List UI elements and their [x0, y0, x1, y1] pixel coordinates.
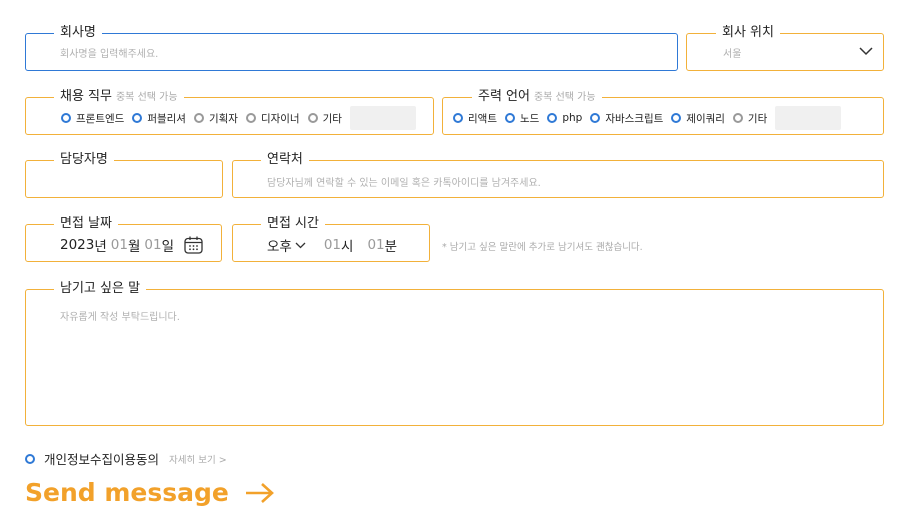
- option-label: 기타: [747, 112, 768, 125]
- positions-label: 채용 직무 중복 선택 가능: [54, 88, 184, 107]
- radio-icon: [25, 453, 35, 464]
- time-minute[interactable]: 01: [367, 237, 384, 253]
- date-day: 01: [144, 237, 162, 253]
- option-label: 기타: [322, 112, 342, 125]
- send-message-button[interactable]: Send message: [25, 478, 275, 507]
- time-note: * 남기고 싶은 말란에 추가로 남기셔도 괜찮습니다.: [442, 242, 643, 253]
- position-option-designer[interactable]: 디자이너: [245, 111, 300, 126]
- calendar-icon[interactable]: [184, 236, 203, 254]
- company-name-placeholder: 회사명을 입력해주세요.: [60, 49, 159, 60]
- interview-date-field[interactable]: 면접 날짜 2023 년 01 월 01 일: [25, 215, 222, 262]
- option-label: 노드: [519, 112, 540, 125]
- date-month: 01: [110, 237, 128, 253]
- time-ampm[interactable]: 오후: [267, 235, 292, 255]
- company-location-label: 회사 위치: [716, 24, 780, 42]
- radio-icon: [132, 113, 143, 123]
- contact-field[interactable]: 연락처 담당자님께 연락할 수 있는 이메일 혹은 카톡아이디를 남겨주세요.: [232, 151, 884, 198]
- radio-icon: [732, 113, 743, 123]
- chevron-down-icon[interactable]: [295, 242, 306, 249]
- contact-label: 연락처: [261, 151, 309, 169]
- option-label: 자바스크립트: [605, 112, 664, 125]
- languages-hint: 중복 선택 가능: [533, 92, 596, 103]
- manager-name-label: 담당자명: [54, 151, 114, 169]
- position-option-publisher[interactable]: 퍼블리셔: [132, 111, 186, 126]
- positions-field: 채용 직무 중복 선택 가능 프론트엔드 퍼블리셔 기획자 디자이너 기타: [25, 88, 434, 135]
- positions-label-text: 채용 직무: [60, 89, 112, 104]
- language-option-php[interactable]: php: [547, 112, 582, 124]
- company-location-value: 서울: [723, 49, 742, 60]
- contact-placeholder: 담당자님께 연락할 수 있는 이메일 혹은 카톡아이디를 남겨주세요.: [267, 178, 541, 189]
- option-label: 기획자: [208, 112, 238, 125]
- language-option-node[interactable]: 노드: [504, 111, 540, 126]
- message-label: 남기고 싶은 말: [54, 280, 147, 298]
- radio-icon: [453, 113, 463, 123]
- position-option-etc[interactable]: 기타: [307, 111, 342, 126]
- time-minute-unit: 분: [384, 239, 398, 255]
- date-day-unit: 일: [161, 239, 174, 255]
- message-placeholder: 자유롭게 작성 부탁드립니다.: [60, 312, 180, 323]
- consent-checkbox[interactable]: 개인정보수집이용동의 자세히 보기 >: [25, 449, 227, 468]
- option-label: 퍼블리셔: [147, 112, 186, 125]
- position-etc-input[interactable]: [349, 106, 416, 130]
- company-name-label: 회사명: [54, 24, 102, 42]
- option-label: 프론트엔드: [76, 112, 125, 125]
- date-month-unit: 월: [127, 239, 141, 255]
- positions-hint: 중복 선택 가능: [115, 92, 178, 103]
- interview-date-label: 면접 날짜: [54, 215, 118, 233]
- chevron-down-icon[interactable]: [859, 47, 873, 56]
- radio-icon: [504, 113, 515, 123]
- position-option-frontend[interactable]: 프론트엔드: [61, 111, 124, 126]
- language-option-javascript[interactable]: 자바스크립트: [590, 111, 663, 126]
- message-textarea[interactable]: 남기고 싶은 말 자유롭게 작성 부탁드립니다.: [25, 280, 884, 426]
- arrow-right-icon: [245, 482, 274, 503]
- option-label: 디자이너: [260, 112, 300, 125]
- date-year-unit: 년: [94, 239, 107, 255]
- radio-icon: [671, 113, 682, 123]
- radio-icon: [193, 113, 204, 123]
- radio-icon: [590, 113, 601, 123]
- languages-field: 주력 언어 중복 선택 가능 리액트 노드 php 자바스크립트 제이쿼리 기타: [442, 88, 884, 135]
- radio-icon: [547, 113, 558, 123]
- date-year: 2023: [60, 237, 95, 253]
- company-location-select[interactable]: 회사 위치 서울: [686, 24, 884, 71]
- consent-label: 개인정보수집이용동의: [44, 452, 160, 467]
- option-label: php: [562, 112, 583, 124]
- languages-label: 주력 언어 중복 선택 가능: [472, 88, 602, 107]
- consent-more-link[interactable]: 자세히 보기 >: [169, 452, 227, 466]
- send-message-label: Send message: [25, 478, 229, 507]
- manager-name-field[interactable]: 담당자명: [25, 151, 223, 198]
- interview-time-field[interactable]: 면접 시간 오후 01 시 01 분: [232, 215, 430, 262]
- time-hour-unit: 시: [341, 239, 354, 255]
- radio-icon: [61, 113, 71, 123]
- language-option-jquery[interactable]: 제이쿼리: [671, 111, 725, 126]
- position-option-planner[interactable]: 기획자: [193, 111, 238, 126]
- language-option-react[interactable]: 리액트: [453, 111, 497, 126]
- option-label: 리액트: [468, 112, 497, 125]
- radio-icon: [307, 113, 318, 123]
- radio-icon: [245, 113, 256, 123]
- language-option-etc[interactable]: 기타: [732, 111, 768, 126]
- languages-label-text: 주력 언어: [478, 89, 530, 104]
- time-hour[interactable]: 01: [324, 237, 341, 253]
- language-etc-input[interactable]: [775, 106, 842, 130]
- option-label: 제이쿼리: [686, 112, 725, 125]
- interview-time-label: 면접 시간: [261, 215, 325, 233]
- company-name-field[interactable]: 회사명 회사명을 입력해주세요.: [25, 24, 678, 71]
